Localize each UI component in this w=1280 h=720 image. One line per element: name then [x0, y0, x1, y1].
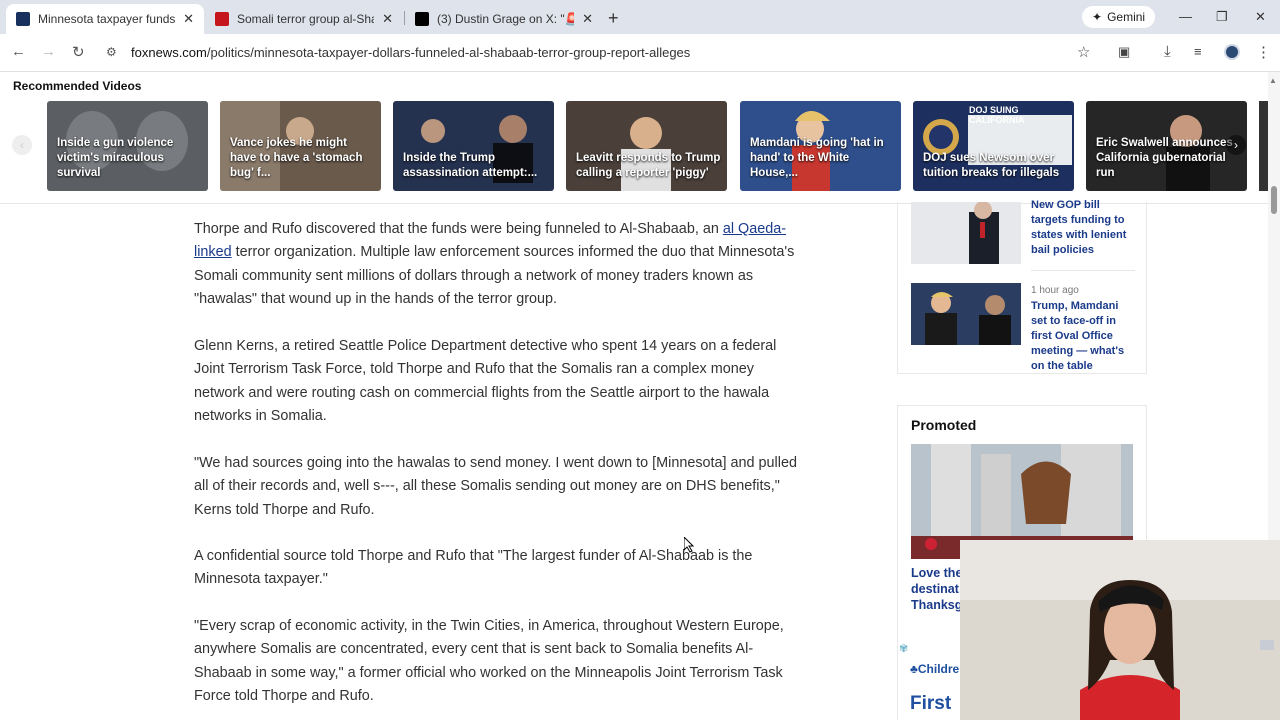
video-caption: Inside a gun violence victim's miraculou… — [57, 137, 174, 179]
cast-icon[interactable]: ▣ — [1118, 44, 1130, 60]
forward-arrow-icon[interactable]: → — [41, 43, 56, 60]
tab-title: (3) Dustin Grage on X: "🚨 BRE — [437, 12, 575, 26]
close-tab-icon[interactable]: ✕ — [183, 11, 194, 27]
mouse-cursor-icon — [684, 537, 694, 553]
gemini-button[interactable]: ✦ Gemini — [1082, 6, 1156, 28]
video-caption: Inside the Trump assassination attempt:.… — [403, 152, 538, 179]
promoted-heading: Promoted — [911, 417, 977, 433]
close-window-icon[interactable]: ✕ — [1255, 9, 1266, 25]
advertiser-logo[interactable]: ♣Childre — [910, 662, 959, 676]
video-caption: Vance jokes he might have to have a 'sto… — [230, 137, 363, 179]
tab-dustin-grage-x[interactable]: (3) Dustin Grage on X: "🚨 BRE ✕ — [405, 4, 603, 34]
tab-minnesota-taxpayer[interactable]: Minnesota taxpayer funds alleg ✕ — [6, 4, 204, 34]
video-caption: Eric Swalwell announces California guber… — [1096, 137, 1233, 179]
video-caption: Leavitt responds to Trump calling a repo… — [576, 152, 721, 179]
url-field[interactable]: foxnews.com/politics/minnesota-taxpayer-… — [131, 45, 690, 60]
recommended-videos-heading: Recommended Videos — [13, 79, 142, 93]
divider — [1031, 270, 1135, 271]
foxnews-favicon-icon — [16, 12, 30, 26]
carousel-prev-icon[interactable]: ‹ — [12, 135, 32, 155]
url-path: /politics/minnesota-taxpayer-dollars-fun… — [206, 45, 691, 60]
gemini-sparkle-icon: ✦ — [1092, 10, 1103, 24]
address-toolbar: ← → ↻ ⚙ foxnews.com/politics/minnesota-t… — [0, 34, 1280, 72]
tab-somali-terror-group[interactable]: Somali terror group al-Shabab ✕ — [205, 4, 403, 34]
ad-headline-text: First — [910, 693, 952, 714]
video-thumbnail[interactable]: Inside a gun violence victim's miraculou… — [47, 101, 208, 191]
webcam-person-image — [960, 540, 1280, 720]
url-domain: foxnews.com — [131, 45, 207, 60]
article-paragraph: Glenn Kerns, a retired Seattle Police De… — [194, 338, 777, 424]
news-favicon-icon — [215, 12, 229, 26]
ad-decoration-icon: ✾ — [899, 643, 909, 655]
video-thumbnail[interactable]: Inside the Trump assassination attempt:.… — [393, 101, 554, 191]
minimize-icon[interactable]: — — [1179, 9, 1192, 24]
story-title-link[interactable]: New GOP bill targets funding to states w… — [1031, 198, 1137, 258]
article-paragraph: Thorpe and Rufo discovered that the fund… — [194, 221, 795, 307]
menu-kebab-icon[interactable]: ⋮ — [1256, 43, 1271, 61]
tab-title: Minnesota taxpayer funds alleg — [38, 12, 176, 26]
scrollbar-thumb[interactable] — [1271, 186, 1277, 214]
story-timestamp: 1 hour ago — [1031, 285, 1079, 296]
gemini-label: Gemini — [1107, 10, 1146, 24]
video-thumbnail[interactable]: Leavitt responds to Trump calling a repo… — [566, 101, 727, 191]
browser-tab-strip: Minnesota taxpayer funds alleg ✕ Somali … — [0, 0, 1280, 34]
tab-title: Somali terror group al-Shabab — [237, 12, 374, 26]
close-tab-icon[interactable]: ✕ — [382, 11, 393, 27]
profile-avatar[interactable] — [1224, 44, 1240, 60]
download-icon[interactable]: ⤓ — [1164, 43, 1171, 60]
site-info-icon[interactable]: ⚙ — [106, 45, 117, 59]
video-caption: Mamdani is going 'hat in hand' to the Wh… — [750, 137, 884, 179]
media-controls-icon[interactable]: ≡ — [1194, 44, 1202, 59]
story-title-link[interactable]: Trump, Mamdani set to face-off in first … — [1031, 299, 1137, 374]
video-thumbnail-partial[interactable] — [1259, 101, 1268, 191]
scroll-up-arrow-icon[interactable]: ▲ — [1269, 76, 1277, 85]
video-caption: DOJ sues Newsom over tuition breaks for … — [923, 152, 1060, 179]
childrens-logo-icon: ♣ — [910, 662, 918, 676]
article-paragraph: A confidential source told Thorpe and Ru… — [194, 548, 753, 588]
x-favicon-icon — [415, 12, 429, 26]
bookmark-star-icon[interactable]: ☆ — [1077, 43, 1090, 61]
video-thumbnail[interactable]: Eric Swalwell announces California guber… — [1086, 101, 1247, 191]
story-thumbnail[interactable] — [911, 283, 1021, 345]
restore-icon[interactable]: ❐ — [1216, 9, 1228, 25]
back-arrow-icon[interactable]: ← — [11, 43, 26, 60]
close-tab-icon[interactable]: ✕ — [582, 11, 593, 27]
webcam-overlay — [960, 540, 1280, 720]
video-thumbnail[interactable]: DOJ SUING CALIFORNIA DOJ sues Newsom ove… — [913, 101, 1074, 191]
video-thumbnail[interactable]: Mamdani is going 'hat in hand' to the Wh… — [740, 101, 901, 191]
doj-overlay-text: DOJ SUING CALIFORNIA — [969, 105, 1025, 125]
reload-icon[interactable]: ↻ — [72, 43, 85, 61]
video-thumbnail[interactable]: Vance jokes he might have to have a 'sto… — [220, 101, 381, 191]
article-paragraph: "We had sources going into the hawalas t… — [194, 455, 797, 518]
new-tab-icon[interactable]: + — [608, 8, 619, 29]
carousel-next-icon[interactable]: › — [1226, 135, 1246, 155]
article-paragraph: "Every scrap of economic activity, in th… — [194, 618, 784, 704]
story-thumbnail[interactable] — [911, 202, 1021, 264]
